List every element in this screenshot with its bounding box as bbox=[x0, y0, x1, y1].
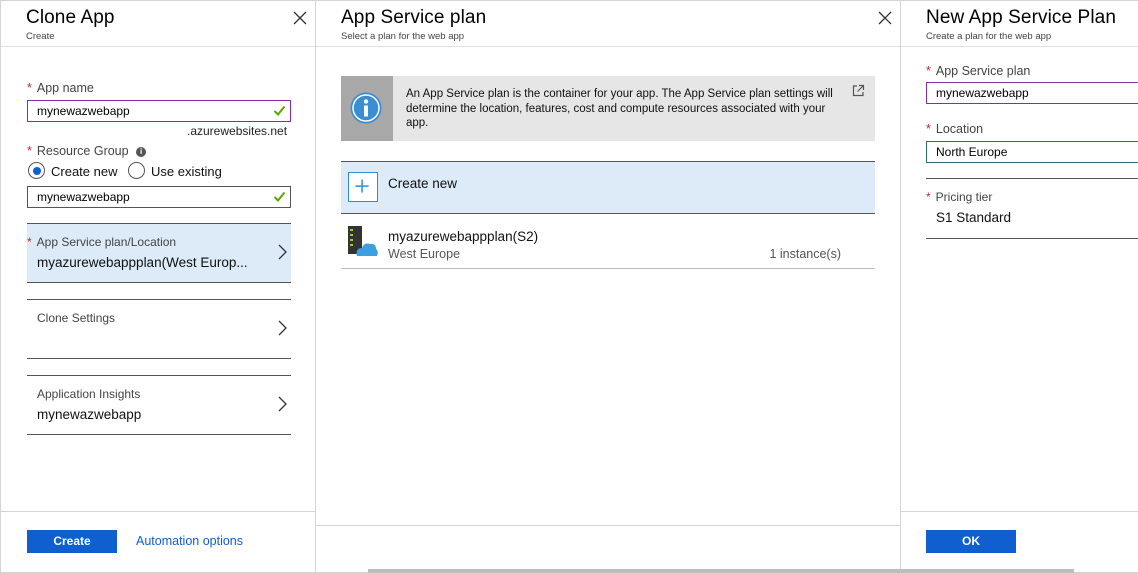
required-marker: * bbox=[926, 190, 931, 204]
chevron-right-icon bbox=[278, 396, 287, 412]
plan-name-value: mynewazwebapp bbox=[936, 86, 1029, 100]
plus-icon-box bbox=[348, 172, 378, 202]
info-text: An App Service plan is the container for… bbox=[406, 88, 833, 129]
app-name-input[interactable]: mynewazwebapp bbox=[27, 100, 291, 122]
location-label-text: Location bbox=[935, 122, 984, 136]
chevron-right-icon bbox=[278, 320, 287, 336]
create-button[interactable]: Create bbox=[27, 530, 117, 553]
required-marker: * bbox=[27, 144, 32, 158]
plan-instances: 1 instance(s) bbox=[769, 247, 841, 261]
app-name-label-text: App name bbox=[36, 81, 94, 95]
pricing-tier-label: * Pricing tier bbox=[926, 190, 992, 204]
blade-footer bbox=[316, 525, 900, 572]
clone-app-blade: Clone App Create * App name mynewazwebapp… bbox=[0, 0, 316, 573]
required-marker: * bbox=[27, 81, 32, 95]
close-blade-button[interactable] bbox=[292, 10, 308, 26]
list-item[interactable]: myazurewebappplan(S2) West Europe 1 inst… bbox=[341, 216, 875, 269]
plan-name-label-text: App Service plan bbox=[935, 64, 1031, 78]
nav-label: Application Insights bbox=[37, 387, 141, 401]
close-icon bbox=[878, 11, 892, 25]
nav-clone-settings[interactable]: Clone Settings bbox=[27, 299, 291, 359]
blade-title: New App Service Plan bbox=[926, 7, 1116, 28]
plan-name-label: * App Service plan bbox=[926, 64, 1030, 78]
blade-header: App Service plan Select a plan for the w… bbox=[316, 1, 900, 47]
ok-button[interactable]: OK bbox=[926, 530, 1016, 553]
nav-value: mynewazwebapp bbox=[37, 407, 142, 422]
radio-selected-dot bbox=[32, 166, 41, 175]
close-icon bbox=[293, 11, 307, 25]
app-service-plan-icon bbox=[348, 226, 378, 256]
nav-label-text: App Service plan/Location bbox=[36, 235, 177, 249]
info-banner-side bbox=[341, 76, 393, 141]
close-blade-button[interactable] bbox=[877, 10, 893, 26]
checkmark-icon bbox=[273, 191, 286, 202]
required-marker: * bbox=[926, 122, 931, 136]
app-service-plan-blade: App Service plan Select a plan for the w… bbox=[315, 0, 901, 573]
required-marker: * bbox=[27, 235, 32, 249]
required-marker: * bbox=[926, 64, 931, 78]
location-label: * Location bbox=[926, 122, 983, 136]
app-name-label: * App name bbox=[27, 81, 94, 95]
plan-region: West Europe bbox=[388, 247, 461, 261]
blade-header: New App Service Plan Create a plan for t… bbox=[901, 1, 1138, 47]
location-value: North Europe bbox=[936, 145, 1008, 159]
radio-use-existing-label[interactable]: Use existing bbox=[151, 164, 222, 179]
blade-subtitle: Select a plan for the web app bbox=[341, 31, 465, 42]
blade-subtitle: Create a plan for the web app bbox=[926, 31, 1052, 42]
radio-create-new-label[interactable]: Create new bbox=[51, 164, 117, 179]
plan-name-input[interactable]: mynewazwebapp bbox=[926, 82, 1138, 104]
divider bbox=[926, 178, 1138, 179]
radio-use-existing[interactable] bbox=[128, 162, 145, 179]
checkmark-icon bbox=[273, 105, 286, 116]
blade-header: Clone App Create bbox=[1, 1, 315, 47]
resource-group-value: mynewazwebapp bbox=[37, 190, 130, 204]
divider bbox=[926, 238, 1138, 239]
pricing-tier-value[interactable]: S1 Standard bbox=[936, 210, 1011, 225]
radio-create-new[interactable] bbox=[28, 162, 45, 179]
pricing-tier-label-text: Pricing tier bbox=[935, 190, 993, 204]
external-link-icon[interactable] bbox=[852, 84, 865, 97]
create-new-plan-button[interactable]: Create new bbox=[341, 161, 875, 214]
nav-value: myazurewebappplan(West Europ... bbox=[37, 255, 248, 270]
nav-label: * App Service plan/Location bbox=[27, 235, 176, 249]
nav-label: Clone Settings bbox=[37, 311, 116, 325]
resource-group-label: * Resource Group i bbox=[27, 144, 147, 158]
create-new-label: Create new bbox=[388, 176, 458, 191]
info-banner: An App Service plan is the container for… bbox=[341, 76, 875, 141]
nav-application-insights[interactable]: Application Insights mynewazwebapp bbox=[27, 375, 291, 435]
info-icon bbox=[350, 92, 382, 124]
nav-app-service-plan[interactable]: * App Service plan/Location myazurewebapp… bbox=[27, 223, 291, 283]
blade-subtitle: Create bbox=[26, 31, 55, 42]
blade-title: Clone App bbox=[26, 7, 115, 28]
domain-suffix: .azurewebsites.net bbox=[187, 124, 288, 138]
plan-name: myazurewebappplan(S2) bbox=[388, 229, 539, 244]
plus-icon bbox=[355, 179, 369, 193]
blade-title: App Service plan bbox=[341, 7, 487, 28]
app-name-value: mynewazwebapp bbox=[37, 104, 130, 118]
new-app-service-plan-blade: New App Service Plan Create a plan for t… bbox=[900, 0, 1138, 573]
resource-group-input[interactable]: mynewazwebapp bbox=[27, 186, 291, 208]
resource-group-label-text: Resource Group bbox=[36, 144, 129, 158]
chevron-right-icon bbox=[278, 244, 287, 260]
blade-footer: Create Automation options bbox=[1, 511, 315, 572]
blade-footer: OK bbox=[901, 511, 1138, 572]
info-icon[interactable]: i bbox=[136, 146, 147, 157]
location-select[interactable]: North Europe bbox=[926, 141, 1138, 163]
automation-options-link[interactable]: Automation options bbox=[136, 534, 243, 548]
horizontal-scrollbar[interactable] bbox=[368, 569, 1074, 573]
